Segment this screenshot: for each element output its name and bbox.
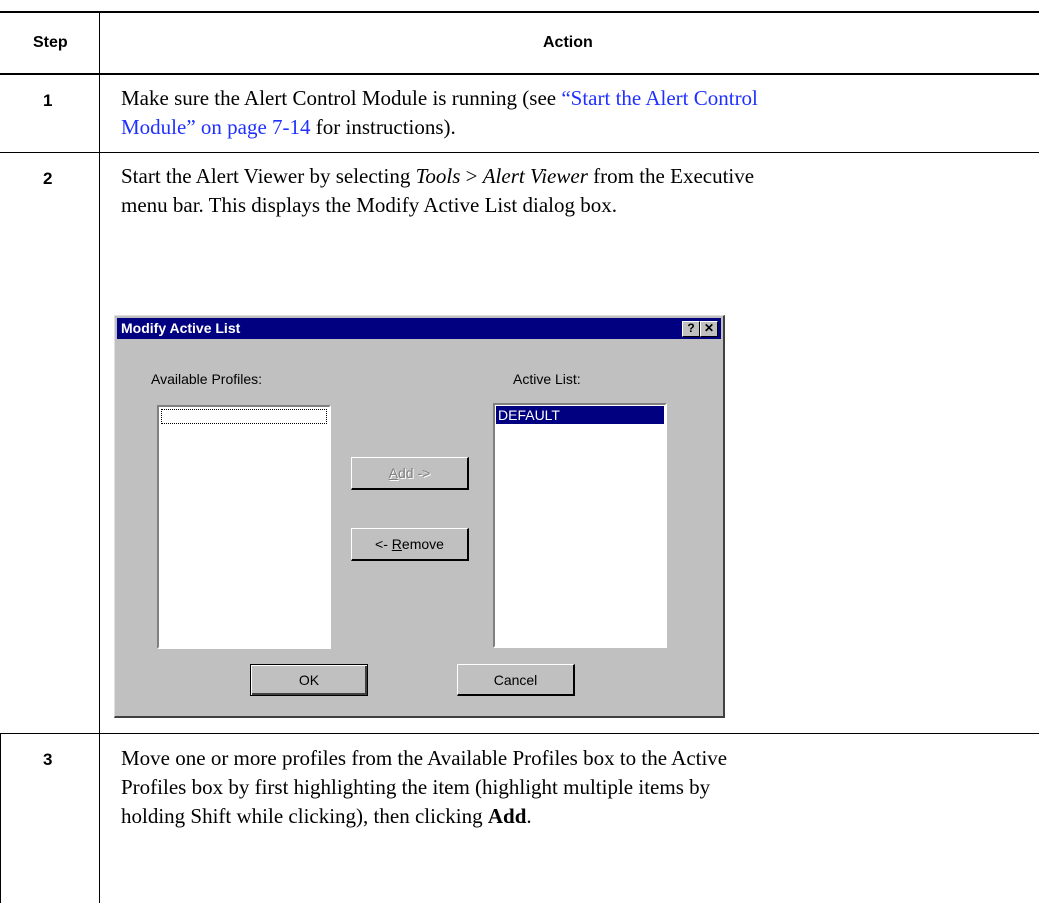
menu-separator: > bbox=[460, 164, 483, 188]
menu-alert-viewer: Alert Viewer bbox=[482, 164, 588, 188]
help-button[interactable]: ? bbox=[682, 321, 700, 337]
active-list-listbox[interactable]: DEFAULT bbox=[493, 403, 667, 648]
add-button[interactable]: Add -> bbox=[351, 457, 469, 490]
step-column-header: Step bbox=[33, 34, 68, 51]
table-left-border bbox=[0, 733, 1, 903]
available-profiles-listbox[interactable] bbox=[157, 405, 331, 649]
step-3-text: Move one or more profiles from the Avail… bbox=[121, 744, 727, 831]
modify-active-list-dialog: Modify Active List ? ✕ Available Profile… bbox=[114, 315, 725, 718]
step-1-text-after: for instructions). bbox=[310, 115, 456, 139]
remove-button[interactable]: <- Remove bbox=[351, 528, 469, 561]
row-divider bbox=[0, 733, 1039, 734]
active-list-item[interactable]: DEFAULT bbox=[496, 406, 664, 424]
step-2-text-part: from the Executive bbox=[587, 164, 755, 188]
dialog-title: Modify Active List bbox=[121, 320, 241, 336]
step-number: 1 bbox=[43, 91, 53, 110]
step-3-text-part: holding Shift while clicking), then clic… bbox=[121, 804, 488, 828]
cancel-button[interactable]: Cancel bbox=[457, 664, 575, 696]
close-button[interactable]: ✕ bbox=[700, 321, 718, 337]
add-mnemonic: A bbox=[388, 465, 399, 481]
start-alert-control-link[interactable]: “Start the Alert Control bbox=[561, 86, 758, 110]
action-column-header: Action bbox=[543, 34, 593, 51]
step-1-text: Make sure the Alert Control Module is ru… bbox=[121, 84, 758, 142]
step-number: 3 bbox=[43, 750, 53, 769]
step-2-text: Start the Alert Viewer by selecting Tool… bbox=[121, 162, 754, 220]
focus-row[interactable] bbox=[161, 409, 327, 424]
step-3-text-part: Profiles box by first highlighting the i… bbox=[121, 775, 711, 799]
active-list-label: Active List: bbox=[513, 371, 581, 387]
table-header-rule bbox=[0, 73, 1039, 75]
ok-button[interactable]: OK bbox=[250, 664, 368, 696]
remove-prefix: <- bbox=[375, 536, 392, 552]
remove-label: emove bbox=[401, 536, 444, 552]
step-2-text-part: menu bar. This displays the Modify Activ… bbox=[121, 193, 617, 217]
step-1-text-before: Make sure the Alert Control Module is ru… bbox=[121, 86, 562, 110]
column-divider bbox=[99, 11, 100, 903]
start-alert-control-link[interactable]: Module” on page 7-14 bbox=[121, 115, 311, 139]
step-2-text-part: Start the Alert Viewer by selecting bbox=[121, 164, 416, 188]
step-3-text-part: . bbox=[526, 804, 532, 828]
row-divider bbox=[0, 152, 1039, 153]
step-number: 2 bbox=[43, 169, 53, 188]
step-3-text-part: Move one or more profiles from the Avail… bbox=[121, 746, 728, 770]
available-profiles-label: Available Profiles: bbox=[151, 371, 263, 387]
add-label: dd -> bbox=[398, 465, 431, 481]
add-emphasis: Add bbox=[487, 804, 527, 828]
table-top-border bbox=[0, 11, 1039, 13]
menu-tools: Tools bbox=[415, 164, 461, 188]
dialog-titlebar[interactable]: Modify Active List ? ✕ bbox=[117, 318, 721, 339]
remove-mnemonic: R bbox=[391, 536, 402, 552]
